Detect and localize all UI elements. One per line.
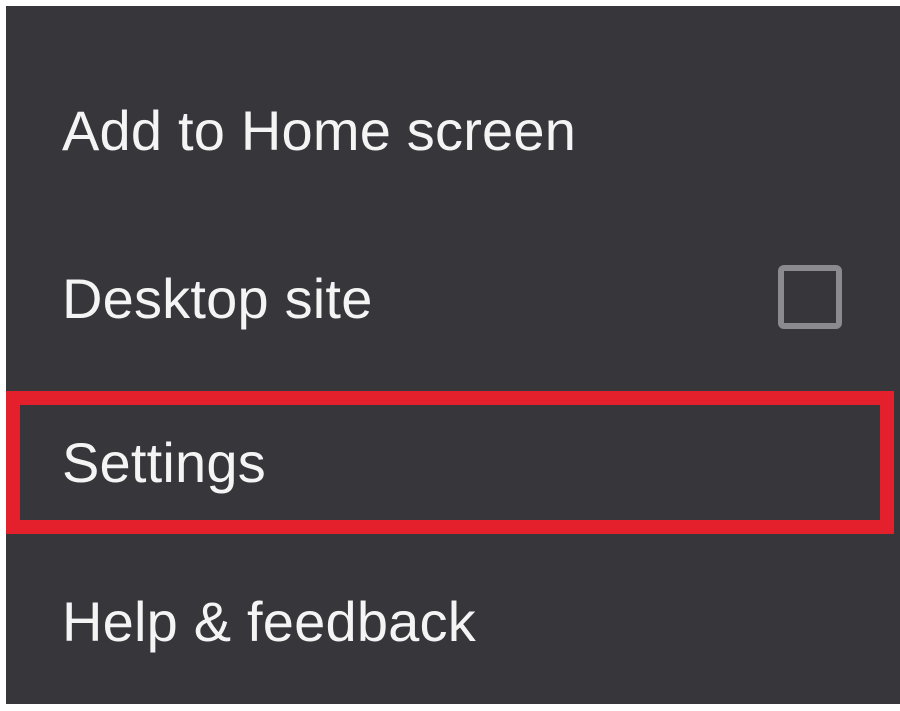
menu-item-help-and-feedback[interactable]: Help & feedback xyxy=(6,538,900,704)
menu-item-label: Settings xyxy=(62,430,266,494)
desktop-site-checkbox[interactable] xyxy=(778,265,842,329)
menu-item-label: Add to Home screen xyxy=(62,98,577,162)
menu-item-desktop-site[interactable]: Desktop site xyxy=(6,214,900,382)
menu-item-settings[interactable]: Settings xyxy=(6,386,900,538)
menu-item-label: Help & feedback xyxy=(62,589,476,653)
menu-item-add-to-home-screen[interactable]: Add to Home screen xyxy=(6,46,900,214)
menu-item-label: Desktop site xyxy=(62,266,373,330)
overflow-menu: Add to Home screen Desktop site Settings… xyxy=(6,6,900,704)
